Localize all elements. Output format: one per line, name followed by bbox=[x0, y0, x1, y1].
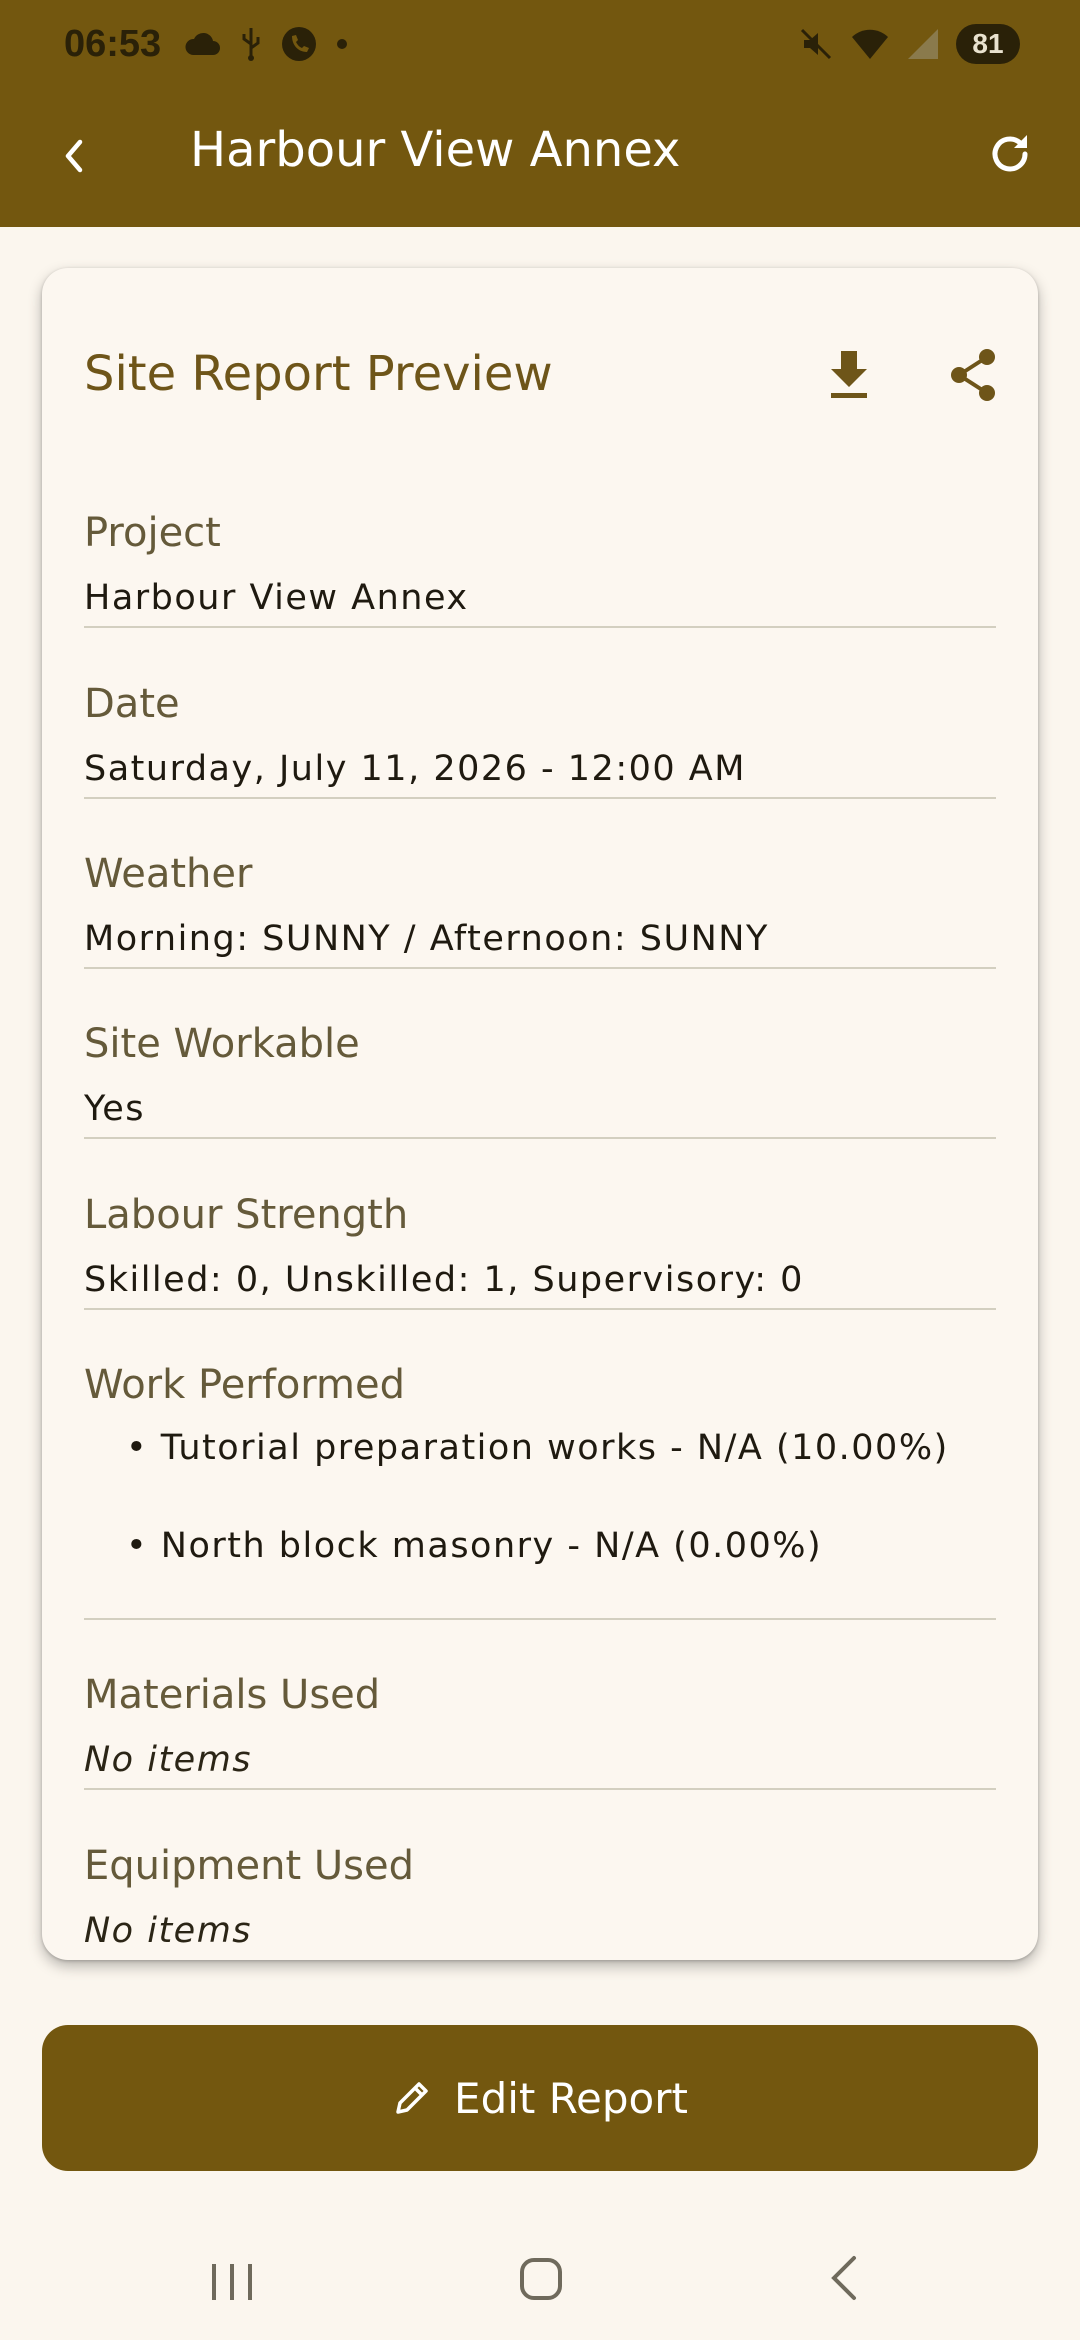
status-right-icons: 81 bbox=[798, 24, 1020, 64]
download-icon bbox=[831, 351, 867, 398]
refresh-button[interactable] bbox=[978, 122, 1042, 186]
date-label: Date bbox=[84, 681, 180, 727]
equipment-label: Equipment Used bbox=[84, 1843, 414, 1889]
date-section: Date Saturday, July 11, 2026 - 12:00 AM bbox=[84, 675, 996, 799]
refresh-icon bbox=[992, 135, 1028, 172]
status-left-icons bbox=[183, 26, 349, 62]
card-title: Site Report Preview bbox=[84, 346, 553, 402]
page-title: Harbour View Annex bbox=[190, 122, 681, 178]
top-bar: 06:53 81 Harbour View Annex bbox=[0, 0, 1080, 227]
work-item: • Tutorial preparation works - N/A (10.0… bbox=[126, 1428, 949, 1468]
equipment-value: No items bbox=[84, 1911, 253, 1951]
weather-section: Weather Morning: SUNNY / Afternoon: SUNN… bbox=[84, 845, 996, 969]
materials-section: Materials Used No items bbox=[84, 1666, 996, 1790]
signal-icon bbox=[908, 29, 938, 59]
work-performed-section: Work Performed • Tutorial preparation wo… bbox=[84, 1356, 996, 1620]
labour-strength-section: Labour Strength Skilled: 0, Unskilled: 1… bbox=[84, 1186, 996, 1310]
back-button[interactable] bbox=[46, 128, 102, 184]
materials-label: Materials Used bbox=[84, 1672, 381, 1718]
labour-strength-value: Skilled: 0, Unskilled: 1, Supervisory: 0 bbox=[84, 1260, 804, 1300]
back-icon bbox=[831, 2256, 856, 2300]
status-time: 06:53 bbox=[64, 22, 162, 65]
system-nav-bar bbox=[0, 2210, 1080, 2340]
work-performed-label: Work Performed bbox=[84, 1362, 406, 1408]
project-label: Project bbox=[84, 510, 221, 556]
equipment-section: Equipment Used No items bbox=[84, 1837, 996, 1960]
weather-value: Morning: SUNNY / Afternoon: SUNNY bbox=[84, 919, 769, 959]
project-section: Project Harbour View Annex bbox=[84, 504, 996, 628]
status-bar: 06:53 81 bbox=[0, 0, 1080, 88]
edit-report-button[interactable]: Edit Report bbox=[42, 2025, 1038, 2171]
work-performed-list: • Tutorial preparation works - N/A (10.0… bbox=[84, 1424, 996, 1570]
materials-value: No items bbox=[84, 1740, 253, 1780]
home-button[interactable] bbox=[518, 2256, 564, 2306]
site-workable-value: Yes bbox=[84, 1089, 145, 1129]
app-bar: Harbour View Annex bbox=[0, 88, 1080, 227]
system-back-button[interactable] bbox=[826, 2254, 860, 2306]
usb-icon bbox=[242, 28, 260, 61]
phone-call-icon bbox=[282, 27, 317, 61]
recents-icon bbox=[212, 2264, 252, 2300]
home-icon bbox=[520, 2258, 562, 2300]
share-icon bbox=[951, 349, 995, 401]
report-preview-card: Site Report Preview Project Harbour View… bbox=[42, 268, 1038, 1960]
card-header: Site Report Preview bbox=[84, 338, 996, 418]
pencil-icon bbox=[396, 2082, 428, 2114]
labour-strength-label: Labour Strength bbox=[84, 1192, 409, 1238]
work-item: • North block masonry - N/A (0.00%) bbox=[126, 1526, 823, 1566]
dot-icon bbox=[337, 39, 348, 49]
site-workable-label: Site Workable bbox=[84, 1021, 360, 1067]
chevron-left-icon bbox=[65, 139, 83, 173]
share-button[interactable] bbox=[938, 340, 1008, 410]
download-button[interactable] bbox=[814, 340, 884, 410]
battery-indicator: 81 bbox=[956, 24, 1020, 64]
wifi-icon bbox=[852, 29, 888, 59]
edit-report-label: Edit Report bbox=[454, 2073, 688, 2123]
cloud-icon bbox=[185, 32, 221, 55]
mute-icon bbox=[800, 28, 832, 60]
project-value: Harbour View Annex bbox=[84, 578, 469, 618]
weather-label: Weather bbox=[84, 851, 253, 897]
date-value: Saturday, July 11, 2026 - 12:00 AM bbox=[84, 749, 746, 789]
site-workable-section: Site Workable Yes bbox=[84, 1015, 996, 1139]
recents-button[interactable] bbox=[210, 2262, 254, 2306]
